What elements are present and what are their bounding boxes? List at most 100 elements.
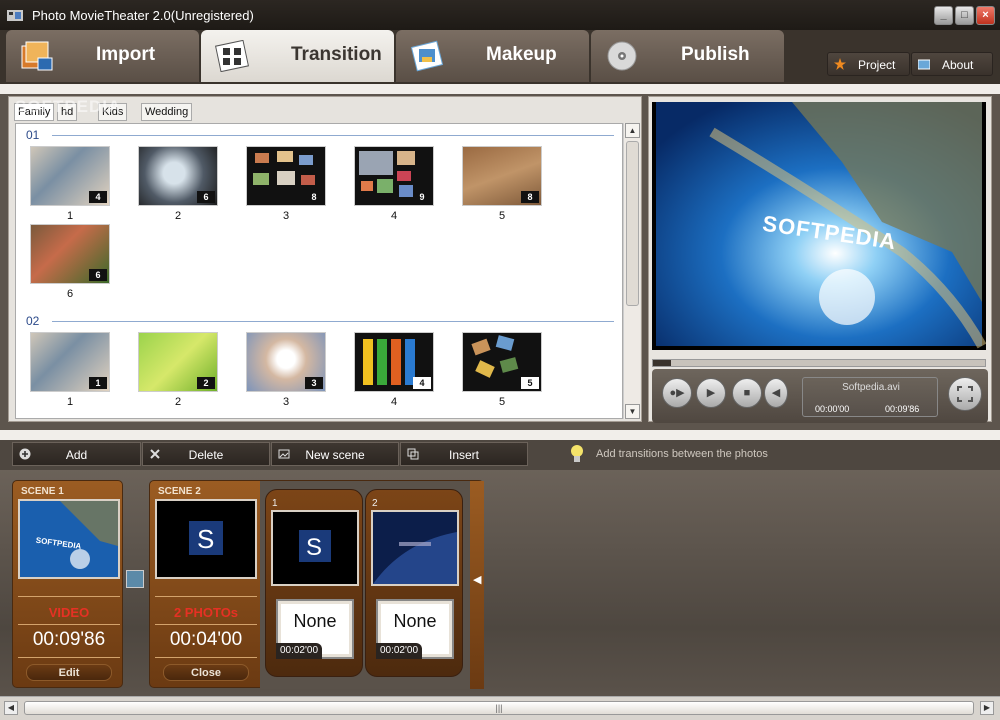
tab-import-label: Import — [96, 44, 156, 65]
about-label: About — [942, 58, 974, 72]
subtab-wedding[interactable]: Wedding — [141, 103, 193, 121]
thumbnail-number: 3 — [282, 210, 290, 222]
scene-title: SCENE 2 — [158, 486, 201, 497]
photo-count-badge: 4 — [89, 191, 107, 203]
thumbnail-number: 4 — [390, 210, 398, 222]
photo-count-badge: 5 — [521, 377, 539, 389]
transition-thumbnail[interactable]: 4 — [354, 332, 434, 392]
fullscreen-button[interactable] — [948, 377, 982, 411]
thumbnail-number: 6 — [66, 288, 74, 300]
timeline-scrollbar[interactable]: ◀ ||| ▶ — [0, 696, 1000, 720]
tab-import[interactable]: Import — [6, 30, 199, 82]
scene-separator — [18, 596, 120, 597]
scene-type: 2 PHOTOs — [173, 605, 239, 620]
about-button[interactable]: About — [911, 52, 993, 76]
scene-separator — [18, 624, 120, 625]
tab-publish[interactable]: Publish — [591, 30, 784, 82]
preview-screen: SOFTPEDIA — [652, 102, 986, 350]
upper-area: Family hd Kids Wedding SOFTPEDIA 01 4 1 … — [0, 94, 1000, 430]
transition-thumbnail[interactable]: 2 — [138, 332, 218, 392]
transition-thumbnail[interactable]: 9 — [354, 146, 434, 206]
divider — [0, 430, 1000, 440]
section-label: 01 — [26, 128, 40, 142]
close-scene-button[interactable]: Close — [163, 664, 249, 681]
makeup-icon — [410, 40, 444, 72]
add-button[interactable]: Add — [12, 442, 141, 466]
scroll-thumb[interactable]: ||| — [24, 701, 974, 715]
scene-separator — [155, 624, 257, 625]
new-scene-button[interactable]: New scene — [271, 442, 399, 466]
thumbnail-number: 2 — [174, 396, 182, 408]
scene-duration: 00:09'86 — [32, 629, 106, 650]
section-label: 02 — [26, 314, 40, 328]
transition-thumbnail[interactable]: 6 — [30, 224, 110, 284]
scroll-up-arrow-icon[interactable]: ▲ — [625, 123, 640, 138]
edit-button[interactable]: Edit — [26, 664, 112, 681]
thumbnail-number: 5 — [498, 210, 506, 222]
slot-number: 1 — [272, 498, 278, 509]
thumbnail-number: 1 — [66, 396, 74, 408]
photo-thumbnail[interactable] — [371, 510, 459, 586]
seek-bar[interactable] — [652, 359, 986, 367]
scene-card[interactable]: SCENE 1 SOFTPEDIA VIDEO 00:09'86 Edit — [12, 480, 123, 688]
about-icon — [918, 59, 930, 70]
delete-button[interactable]: Delete — [142, 442, 270, 466]
seek-handle[interactable] — [653, 360, 671, 366]
transition-thumbnail[interactable]: 4 — [30, 146, 110, 206]
scene-card[interactable]: SCENE 2 S 2 PHOTOs 00:04'00 Close 1 S No… — [149, 480, 484, 689]
minimize-button[interactable]: _ — [934, 6, 953, 25]
transition-icon — [215, 40, 249, 72]
library-scrollbar[interactable]: ▲ ▼ — [623, 123, 640, 419]
thumbnail-number: 5 — [498, 396, 506, 408]
photo-transition-slot[interactable]: 1 S None 00:02'00 — [265, 489, 363, 677]
transition-duration: 00:02'00 — [376, 643, 422, 659]
transition-thumbnail[interactable]: 8 — [246, 146, 326, 206]
insert-label: Insert — [448, 448, 479, 462]
svg-text:S: S — [306, 534, 322, 561]
lightbulb-icon — [571, 445, 583, 462]
scroll-thumb[interactable] — [626, 141, 639, 306]
tab-transition[interactable]: Transition — [201, 30, 394, 82]
transition-thumbnail[interactable]: 5 — [462, 332, 542, 392]
photo-count-badge: 6 — [197, 191, 215, 203]
stop-button[interactable]: ■ — [732, 378, 762, 408]
scene-thumbnail[interactable]: S — [155, 499, 257, 579]
scene-separator — [155, 657, 257, 658]
photo-transition-slot[interactable]: 2 None 00:02'00 — [365, 489, 463, 677]
scene-separator — [18, 657, 120, 658]
disc-icon — [607, 41, 637, 71]
scene-toolbar: Add Delete New scene Insert Add transiti… — [0, 440, 1000, 470]
file-name: Softpedia.avi — [842, 382, 900, 393]
insert-button[interactable]: Insert — [400, 442, 528, 466]
svg-text:S: S — [197, 524, 214, 554]
scroll-down-arrow-icon[interactable]: ▼ — [625, 404, 640, 419]
transition-thumbnail[interactable]: 1 — [30, 332, 110, 392]
photo-count-badge: 8 — [521, 191, 539, 203]
play-all-button[interactable]: ●▶ — [662, 378, 692, 408]
tab-makeup[interactable]: Makeup — [396, 30, 589, 82]
transition-thumbnail[interactable]: 3 — [246, 332, 326, 392]
playback-controls: ●▶ ▶ ■ ◀ Softpedia.avi 00:00'00 00:09'86 — [652, 369, 988, 423]
collapse-handle[interactable]: ◀ — [470, 481, 484, 689]
slot-number: 2 — [372, 498, 378, 509]
video-frame-image: SOFTPEDIA — [20, 501, 118, 577]
play-button[interactable]: ▶ — [696, 378, 726, 408]
project-button[interactable]: Project — [827, 52, 910, 76]
s-logo-icon: S — [273, 512, 357, 584]
photo-thumbnail[interactable]: S — [271, 510, 359, 586]
scene-link-icon[interactable] — [126, 570, 144, 588]
scroll-right-arrow-icon[interactable]: ▶ — [980, 701, 994, 715]
scene-timeline: SCENE 1 SOFTPEDIA VIDEO 00:09'86 Edit SC… — [0, 470, 1000, 696]
scene-thumbnail[interactable]: SOFTPEDIA — [18, 499, 120, 579]
transition-thumbnail[interactable]: 8 — [462, 146, 542, 206]
section-divider — [52, 321, 614, 322]
scroll-left-arrow-icon[interactable]: ◀ — [4, 701, 18, 715]
close-button[interactable]: × — [976, 6, 995, 25]
maximize-button[interactable]: □ — [955, 6, 974, 25]
preview-panel: SOFTPEDIA ●▶ ▶ ■ ◀ Softpedia.avi 00:00'0… — [648, 96, 992, 423]
s-logo-icon: S — [157, 501, 255, 577]
volume-button[interactable]: ◀ — [764, 378, 788, 408]
current-time: 00:00'00 — [815, 404, 850, 414]
hint-text: Add transitions between the photos — [596, 448, 768, 460]
transition-thumbnail[interactable]: 6 — [138, 146, 218, 206]
